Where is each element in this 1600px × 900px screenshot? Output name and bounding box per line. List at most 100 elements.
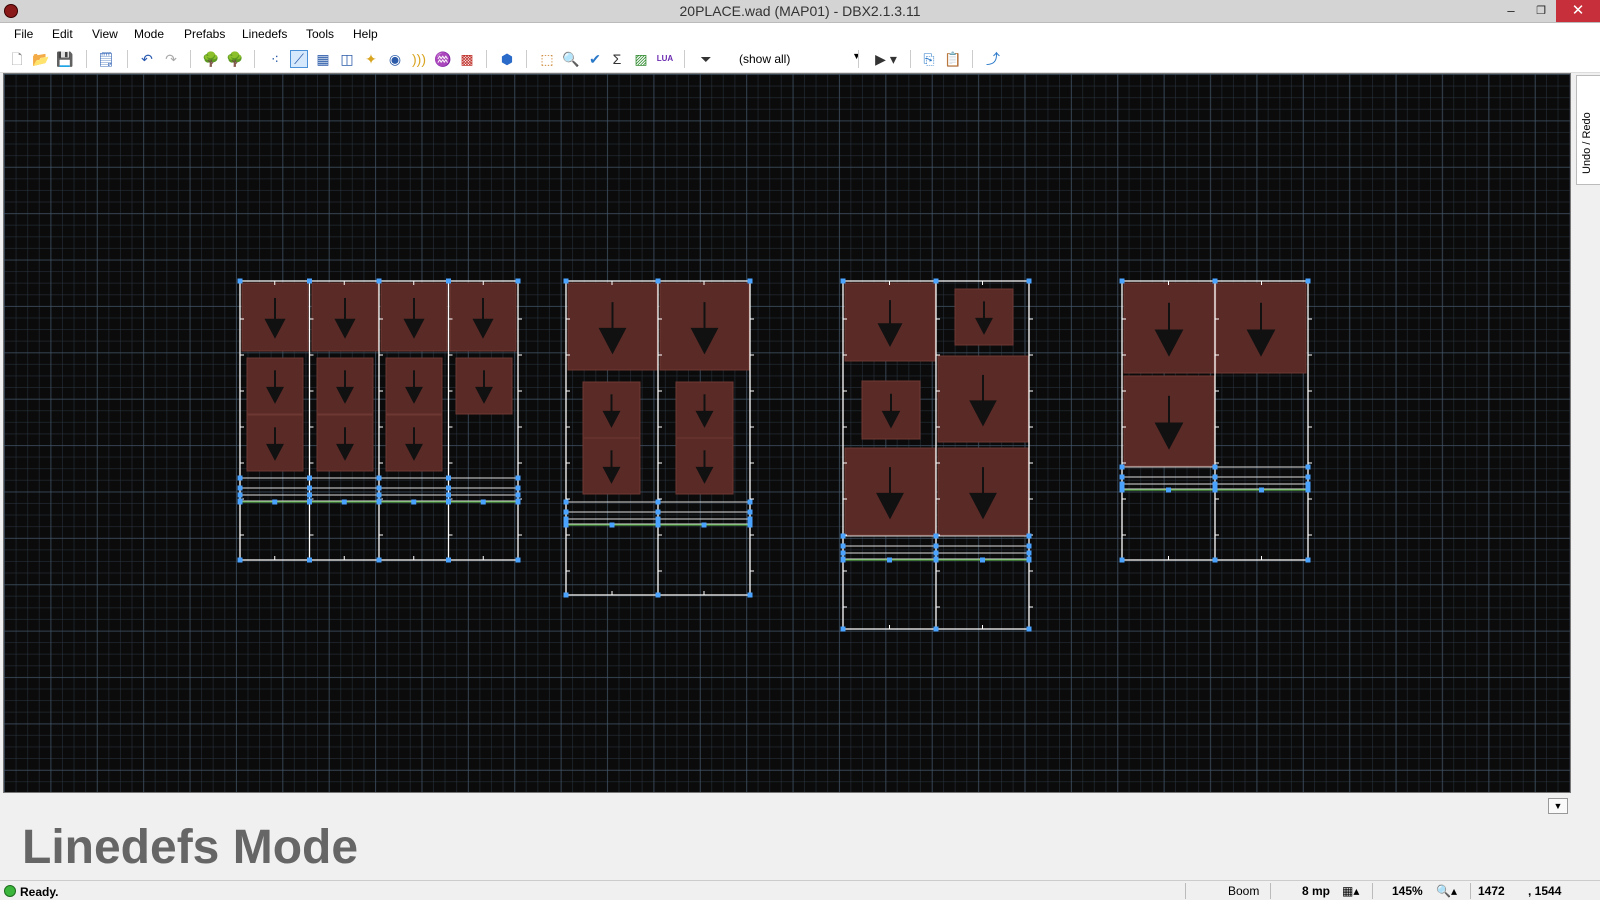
vertex[interactable] [1026, 556, 1032, 562]
sectors-mode-icon[interactable]: ▦ [314, 50, 332, 68]
vertex[interactable] [1212, 474, 1218, 480]
script-editor-icon[interactable]: 🗒 [97, 50, 115, 68]
vertex[interactable] [237, 492, 243, 498]
menu-help[interactable]: Help [353, 27, 378, 41]
curve-linedefs-icon[interactable]: ⤴ [984, 50, 1002, 68]
copy-properties-icon[interactable]: ⎘ [920, 50, 938, 68]
vertex[interactable] [933, 550, 939, 556]
menu-edit[interactable]: Edit [52, 27, 73, 41]
vertex[interactable] [307, 278, 312, 284]
menu-tools[interactable]: Tools [306, 27, 334, 41]
vertex[interactable] [1026, 533, 1032, 539]
image-export-icon[interactable]: ▨ [632, 50, 650, 68]
vertex[interactable] [237, 557, 243, 563]
zoom-icon[interactable]: 🔍▴ [1436, 884, 1457, 898]
vertex[interactable] [1305, 481, 1311, 487]
vertex[interactable] [307, 498, 312, 504]
open-folder-icon[interactable]: 📂 [32, 50, 50, 68]
paste-properties-icon[interactable]: 📋 [944, 50, 962, 68]
vertex[interactable] [933, 278, 939, 284]
vertex[interactable] [272, 499, 278, 505]
vertex[interactable] [515, 485, 521, 491]
redo-icon[interactable]: ↷ [162, 50, 180, 68]
linedefs-mode-icon[interactable]: ⟋ [290, 50, 308, 68]
maximize-button[interactable]: ❐ [1526, 0, 1556, 22]
vertex[interactable] [376, 485, 382, 491]
vertex[interactable] [655, 521, 661, 527]
expand-info-panel-button[interactable]: ▼ [1548, 798, 1568, 814]
vertex[interactable] [376, 475, 382, 481]
new-map-icon[interactable]: 🗋 [8, 50, 26, 68]
vertex[interactable] [840, 533, 846, 539]
sound-environment-icon[interactable]: ♒ [434, 50, 452, 68]
vertex[interactable] [237, 485, 243, 491]
vertex[interactable] [515, 498, 521, 504]
filter-funnel-icon[interactable]: ⏷ [697, 50, 715, 68]
color-picker-icon[interactable]: ▩ [458, 50, 476, 68]
vertex[interactable] [980, 557, 985, 563]
vertex[interactable] [446, 557, 451, 563]
vertex[interactable] [1305, 557, 1311, 563]
visual-mode-icon[interactable]: ◉ [386, 50, 404, 68]
vertex[interactable] [1119, 474, 1125, 480]
vertex[interactable] [515, 475, 521, 481]
close-button[interactable]: ✕ [1556, 0, 1600, 22]
vertex[interactable] [341, 499, 347, 505]
vertex[interactable] [655, 592, 661, 598]
vertex[interactable] [563, 516, 569, 522]
menu-view[interactable]: View [92, 27, 118, 41]
vertex[interactable] [1212, 486, 1218, 492]
vertex[interactable] [307, 475, 312, 481]
test-map-play-icon[interactable]: ▶ ▾ [870, 50, 902, 68]
vertex[interactable] [563, 521, 569, 527]
things-tree-icon[interactable]: 🌳 [202, 50, 220, 68]
vertex[interactable] [480, 499, 486, 505]
things-grey-tree-icon[interactable]: 🌳 [226, 50, 244, 68]
vertex[interactable] [515, 492, 521, 498]
vertex[interactable] [933, 533, 939, 539]
vertex[interactable] [840, 550, 846, 556]
vertex[interactable] [747, 499, 753, 505]
vertex[interactable] [563, 592, 569, 598]
vertex[interactable] [446, 498, 451, 504]
menu-linedefs[interactable]: Linedefs [242, 27, 287, 41]
vertex[interactable] [1026, 626, 1032, 632]
save-icon[interactable]: 💾 [56, 50, 74, 68]
zoom-label[interactable]: 145% [1392, 884, 1423, 898]
vertex[interactable] [307, 557, 312, 563]
vertex[interactable] [840, 278, 846, 284]
sound-propagation-icon[interactable]: ))) [410, 50, 428, 68]
vertex[interactable] [1166, 487, 1171, 493]
check-map-icon[interactable]: ✔ [586, 50, 604, 68]
minimize-button[interactable]: – [1496, 0, 1526, 22]
vertex[interactable] [840, 626, 846, 632]
menu-mode[interactable]: Mode [134, 27, 164, 41]
vertex[interactable] [747, 509, 753, 515]
select-region-icon[interactable]: ⬚ [538, 50, 556, 68]
vertex[interactable] [446, 485, 451, 491]
vertex[interactable] [747, 516, 753, 522]
vertex[interactable] [307, 485, 312, 491]
vertex[interactable] [563, 509, 569, 515]
statistics-sigma-icon[interactable]: Σ [608, 50, 626, 68]
vertex[interactable] [1212, 278, 1218, 284]
vertex[interactable] [446, 278, 451, 284]
side-dock-panel[interactable]: Undo / Redo [1576, 75, 1600, 185]
vertex[interactable] [1026, 543, 1032, 549]
vertex[interactable] [1026, 278, 1032, 284]
vertex[interactable] [563, 499, 569, 505]
things-filter-dropdown[interactable]: (show all) ▼ [735, 49, 865, 69]
vertex[interactable] [411, 499, 417, 505]
vertex[interactable] [840, 556, 846, 562]
vertex[interactable] [655, 509, 661, 515]
undo-icon[interactable]: ↶ [138, 50, 156, 68]
vertex[interactable] [840, 543, 846, 549]
vertex[interactable] [446, 475, 451, 481]
vertex[interactable] [1212, 464, 1218, 470]
vertex[interactable] [1212, 481, 1218, 487]
vertex[interactable] [563, 278, 569, 284]
vertex[interactable] [933, 543, 939, 549]
vertex[interactable] [237, 498, 243, 504]
vertex[interactable] [376, 557, 382, 563]
vertex[interactable] [1212, 557, 1218, 563]
